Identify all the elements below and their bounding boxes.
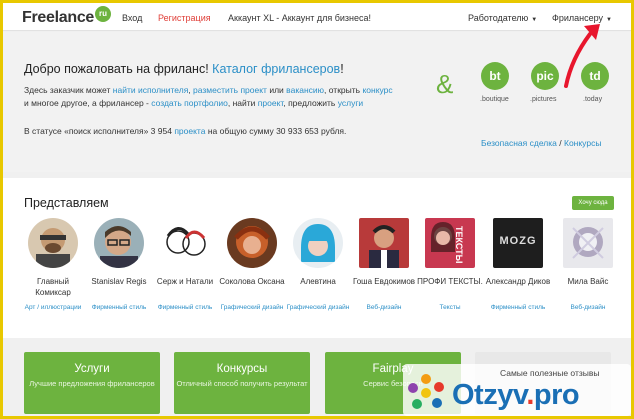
desc-text-5: , найти [227, 98, 256, 108]
freelancer-specialty[interactable]: Графический дизайн [219, 304, 285, 312]
avatar [293, 218, 343, 268]
avatar [359, 218, 409, 268]
stat-suffix: на общую сумму 30 933 653 рубля. [207, 126, 347, 136]
employer-menu-label: Работодателю [468, 13, 529, 23]
employer-menu[interactable]: Работодателю ▼ [468, 13, 537, 23]
post-project-link[interactable]: разместить проект [193, 85, 267, 95]
welcome-title: Добро пожаловать на фриланс! Каталог фри… [24, 62, 344, 76]
find-performer-link[interactable]: найти исполнителя [113, 85, 189, 95]
freelancer-card[interactable]: Серж и Натали Фирменный стиль [152, 218, 218, 312]
freelancer-specialty[interactable]: Фирменный стиль [485, 304, 551, 312]
services-link[interactable]: услуги [338, 98, 363, 108]
avatar [563, 218, 613, 268]
chevron-down-icon: ▼ [531, 17, 538, 23]
desc-text-2: или [269, 85, 284, 95]
freelancer-name: Алевтина [300, 277, 336, 286]
project-stats: В статусе «поиск исполнителя» 3 954 прое… [24, 126, 346, 136]
want-here-button[interactable]: Хочу сюда [572, 196, 614, 210]
freelancer-specialty[interactable]: Тексты [417, 304, 483, 312]
watermark-brand: Otzyv.pro [452, 379, 580, 412]
site-logo[interactable]: Freelance [22, 9, 94, 27]
tile-subtitle: Отличный способ получить результат [176, 379, 308, 388]
section-title: Представляем [24, 196, 109, 210]
freelancer-specialty[interactable]: Веб-дизайн [555, 304, 621, 312]
featured-freelancers-section: Представляем Хочу сюда Главный Комиксар … [3, 178, 631, 338]
services-tile[interactable]: Услуги Лучшие предложения фрилансеров [24, 352, 160, 414]
brand-dot: . [526, 379, 534, 411]
avatar [227, 218, 277, 268]
desc-text-1: Здесь заказчик может [24, 85, 111, 95]
brand-tld: pro [533, 379, 580, 411]
freelancer-card[interactable]: Главный Комиксар Арт / иллюстрации [20, 218, 86, 312]
project-link[interactable]: проект [258, 98, 284, 108]
freelancer-name: Главный Комиксар [35, 277, 71, 297]
link-separator: / [559, 138, 562, 148]
brand-main: Otzyv [452, 379, 527, 411]
pictures-badge[interactable]: pic [531, 62, 559, 90]
freelancer-name: Мила Вайс [567, 277, 609, 286]
freelancer-name: Соколова Оксана [219, 277, 285, 286]
red-arrow-annotation [564, 24, 600, 88]
projects-count-link[interactable]: проекта [174, 126, 205, 136]
avatar [28, 218, 78, 268]
otzyv-logo-icon [408, 374, 444, 409]
avatar [94, 218, 144, 268]
tile-title: Услуги [74, 363, 110, 375]
pictures-label: .pictures [530, 96, 557, 103]
avatar-caption: MOZG [499, 235, 537, 247]
freelancer-specialty[interactable]: Фирменный стиль [152, 304, 218, 312]
welcome-title-end: ! [340, 62, 344, 76]
logo-ru-badge: ru [95, 6, 111, 22]
register-link[interactable]: Регистрация [158, 13, 211, 23]
create-portfolio-link[interactable]: создать портфолио [151, 98, 228, 108]
watermark-tagline: Самые полезные отзывы [500, 368, 600, 378]
freelancer-card[interactable]: Гоша Евдокимов Веб-дизайн [351, 218, 417, 312]
desc-text-4: и многое другое, а фрилансер - [24, 98, 149, 108]
safe-deal-links: Безопасная сделка / Конкурсы [481, 138, 601, 148]
today-label: .today [583, 96, 603, 103]
freelancer-catalog-link[interactable]: Каталог фрилансеров [212, 62, 340, 76]
freelancer-specialty[interactable]: Фирменный стиль [86, 304, 152, 312]
ampersand-icon: & [436, 69, 454, 99]
freelancer-name: Александр Диков [485, 277, 551, 286]
boutique-badge[interactable]: bt [481, 62, 509, 90]
welcome-section: Добро пожаловать на фриланс! Каталог фри… [3, 32, 631, 172]
avatar: MOZG [493, 218, 543, 268]
freelancer-card[interactable]: Алевтина Графический дизайн [285, 218, 351, 312]
tile-title: Конкурсы [216, 363, 268, 375]
login-link[interactable]: Вход [122, 13, 142, 23]
stat-prefix: В статусе «поиск исполнителя» 3 954 [24, 126, 172, 136]
desc-text-6: , предложить [283, 98, 336, 108]
contests-tile[interactable]: Конкурсы Отличный способ получить резуль… [174, 352, 310, 414]
freelancer-name: Гоша Евдокимов [352, 277, 416, 286]
safe-deal-link[interactable]: Безопасная сделка [481, 138, 557, 148]
welcome-description: Здесь заказчик может найти исполнителя , … [24, 85, 393, 108]
freelancer-card[interactable]: Соколова Оксана Графический дизайн [219, 218, 285, 312]
boutique-label: .boutique [480, 96, 509, 103]
freelancer-card[interactable]: Мила Вайс Веб-дизайн [555, 218, 621, 312]
avatar [160, 218, 210, 268]
freelancer-name: Серж и Натали [156, 277, 214, 286]
freelancer-specialty[interactable]: Графический дизайн [285, 304, 351, 312]
avatar: ТЕКСТЫ [425, 218, 475, 268]
top-navigation-bar: Freelance ru Вход Регистрация Аккаунт XL… [3, 3, 631, 31]
account-xl-link[interactable]: Аккаунт XL - Аккаунт для бизнеса! [228, 13, 371, 23]
contest-link[interactable]: конкурс [362, 85, 392, 95]
freelancer-specialty[interactable]: Веб-дизайн [351, 304, 417, 312]
freelancer-specialty[interactable]: Арт / иллюстрации [20, 304, 86, 312]
freelancer-name: Stanislav Regis [91, 277, 147, 286]
chevron-down-icon: ▼ [606, 17, 612, 23]
tile-subtitle: Лучшие предложения фрилансеров [29, 379, 155, 388]
freelancer-card[interactable]: Stanislav Regis Фирменный стиль [86, 218, 152, 312]
welcome-title-text: Добро пожаловать на фриланс! [24, 62, 209, 76]
vacancy-link[interactable]: вакансию [286, 85, 324, 95]
desc-text-3: , открыть [324, 85, 361, 95]
contests-link[interactable]: Конкурсы [564, 138, 601, 148]
freelancer-card[interactable]: ТЕКСТЫ ПРОФИ ТЕКСТЫ. Тексты [417, 218, 483, 312]
freelancer-card[interactable]: MOZG Александр Диков Фирменный стиль [485, 218, 551, 312]
avatar-caption: ТЕКСТЫ [454, 226, 464, 264]
freelancer-name: ПРОФИ ТЕКСТЫ. [417, 277, 483, 286]
